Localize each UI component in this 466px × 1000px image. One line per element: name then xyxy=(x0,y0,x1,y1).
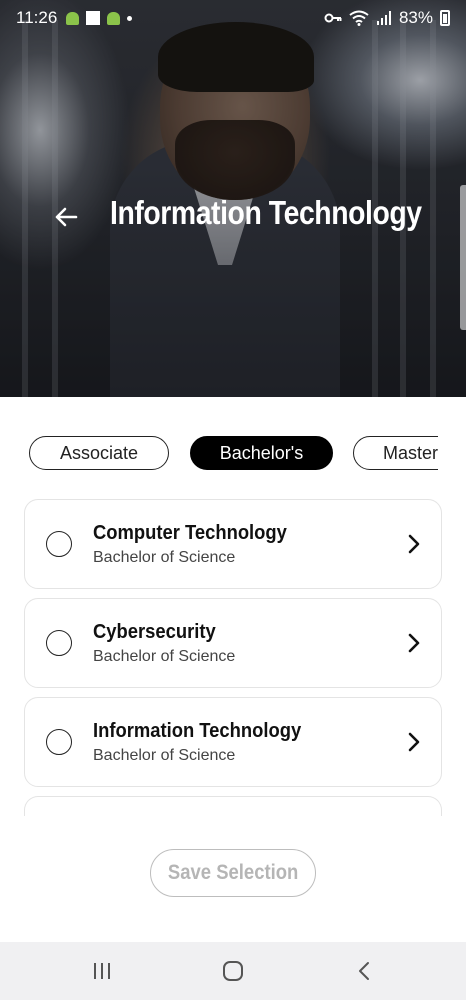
program-title: Cybersecurity xyxy=(93,621,216,643)
arrow-left-icon xyxy=(55,207,78,227)
tab-bachelors[interactable]: Bachelor's xyxy=(190,436,333,470)
program-card[interactable]: Information Technology Bachelor of Scien… xyxy=(24,697,442,787)
battery-percent: 83% xyxy=(398,8,433,27)
recents-icon xyxy=(94,963,110,979)
program-card-partial[interactable] xyxy=(24,796,442,816)
program-card[interactable]: Computer Technology Bachelor of Science xyxy=(24,499,442,589)
app-notification-icon xyxy=(86,11,101,25)
page-title: Information Technology xyxy=(110,194,422,231)
chevron-right-icon xyxy=(408,534,420,554)
status-bar: 11:26 83% xyxy=(0,0,466,36)
save-selection-label: Save Selection xyxy=(167,861,299,884)
program-card[interactable]: Cybersecurity Bachelor of Science xyxy=(24,598,442,688)
android-notification-icon xyxy=(66,11,80,25)
program-title: Computer Technology xyxy=(93,522,287,544)
home-button[interactable] xyxy=(213,956,253,986)
program-title: Information Technology xyxy=(93,720,302,742)
radio-button[interactable] xyxy=(46,729,72,755)
radio-button[interactable] xyxy=(46,531,72,557)
degree-tabs: Associate Bachelor's Master xyxy=(0,436,438,470)
radio-button[interactable] xyxy=(46,630,72,656)
chevron-right-icon xyxy=(408,732,420,752)
wifi-icon xyxy=(349,10,369,26)
tab-associate[interactable]: Associate xyxy=(29,436,169,470)
chevron-right-icon xyxy=(408,633,420,653)
program-degree: Bachelor of Science xyxy=(93,648,236,665)
save-selection-button[interactable]: Save Selection xyxy=(150,849,316,897)
vpn-key-icon xyxy=(324,13,342,23)
navigation-bar xyxy=(0,942,466,1000)
more-notifications-icon xyxy=(127,15,133,21)
system-back-button[interactable] xyxy=(344,956,384,986)
tab-master[interactable]: Master xyxy=(353,436,438,470)
signal-icon xyxy=(376,11,391,25)
battery-icon xyxy=(440,10,450,26)
back-button[interactable] xyxy=(44,192,88,242)
android-notification-icon xyxy=(107,11,121,25)
scrollbar[interactable] xyxy=(460,185,466,330)
program-degree: Bachelor of Science xyxy=(93,549,236,566)
home-icon xyxy=(223,961,243,981)
back-icon xyxy=(359,962,369,980)
recents-button[interactable] xyxy=(82,956,122,986)
status-time: 11:26 xyxy=(16,8,58,27)
program-degree: Bachelor of Science xyxy=(93,747,236,764)
